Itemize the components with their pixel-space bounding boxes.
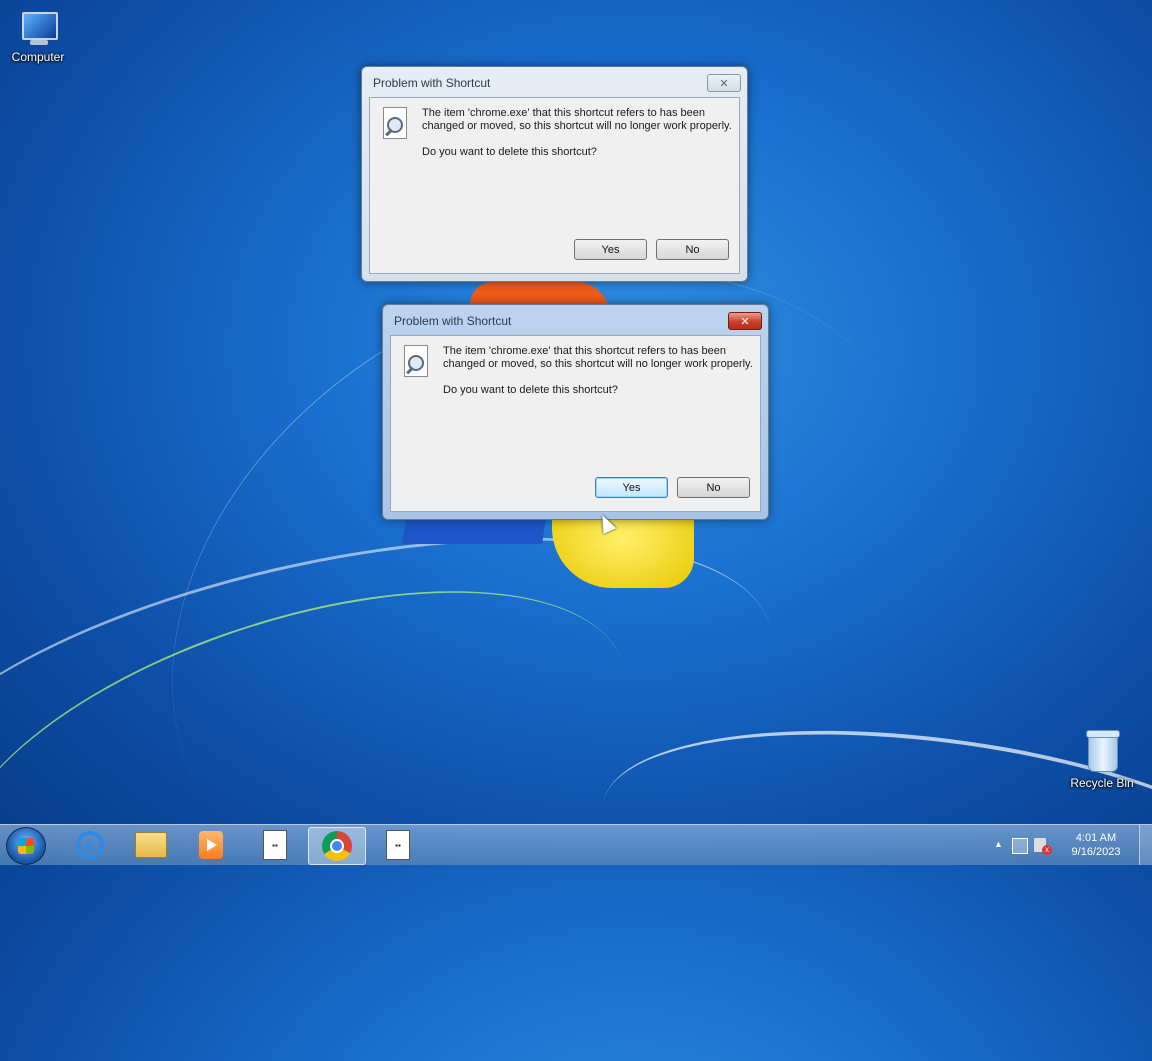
clock[interactable]: 4:01 AM 9/16/2023 <box>1060 831 1132 859</box>
taskbar-file-explorer[interactable] <box>123 827 179 863</box>
dialog-content: The item 'chrome.exe' that this shortcut… <box>390 335 761 512</box>
no-button[interactable]: No <box>656 239 729 260</box>
computer-icon <box>18 10 58 46</box>
internet-explorer-icon: e <box>76 831 104 859</box>
taskbar-window[interactable]: ▪▪ <box>247 827 303 863</box>
close-button[interactable]: ✕ <box>728 312 762 330</box>
show-hidden-icons-icon[interactable]: ▲ <box>994 839 1003 849</box>
dialog-message: The item 'chrome.exe' that this shortcut… <box>422 107 742 159</box>
media-player-icon <box>199 831 223 859</box>
dialog-titlebar[interactable]: Problem with Shortcut ✕ <box>383 305 768 335</box>
close-button[interactable]: ✕ <box>707 74 741 92</box>
taskbar-internet-explorer[interactable]: e <box>62 827 118 863</box>
shortcut-search-icon <box>381 107 409 139</box>
yes-button[interactable]: Yes <box>595 477 668 498</box>
windows-logo-icon <box>18 838 34 854</box>
dialog-titlebar[interactable]: Problem with Shortcut ✕ <box>362 67 747 97</box>
window-icon: ▪▪ <box>386 830 410 860</box>
window-icon: ▪▪ <box>263 830 287 860</box>
dialog-content: The item 'chrome.exe' that this shortcut… <box>369 97 740 274</box>
dialog-title: Problem with Shortcut <box>394 314 512 328</box>
taskbar-window[interactable]: ▪▪ <box>370 827 426 863</box>
message-line: The item 'chrome.exe' that this shortcut… <box>443 345 727 357</box>
recycle-bin-icon <box>1086 728 1120 772</box>
close-icon: ✕ <box>740 315 750 328</box>
message-line: The item 'chrome.exe' that this shortcut… <box>422 107 706 119</box>
desktop-icon-recycle-bin[interactable]: Recycle Bin <box>1064 728 1140 790</box>
windows-flag-blue <box>402 518 546 544</box>
start-button[interactable] <box>6 827 46 865</box>
message-line: changed or moved, so this shortcut will … <box>443 358 753 370</box>
dialog-title: Problem with Shortcut <box>373 76 491 90</box>
network-icon[interactable] <box>1012 838 1028 854</box>
taskbar-chrome[interactable] <box>308 827 366 865</box>
volume-muted-icon: x <box>1042 845 1052 855</box>
desktop-icon-label: Computer <box>11 50 65 64</box>
message-line: changed or moved, so this shortcut will … <box>422 120 732 132</box>
chrome-icon <box>322 831 352 861</box>
shortcut-search-icon <box>402 345 430 377</box>
show-desktop-button[interactable] <box>1139 825 1152 865</box>
clock-time: 4:01 AM <box>1075 832 1117 844</box>
dialog-message: The item 'chrome.exe' that this shortcut… <box>443 345 763 397</box>
dialog-problem-with-shortcut[interactable]: Problem with Shortcut ✕ The item 'chrome… <box>361 66 748 282</box>
desktop-icon-computer[interactable]: Computer <box>0 10 76 64</box>
file-explorer-icon <box>135 832 167 858</box>
yes-button[interactable]: Yes <box>574 239 647 260</box>
close-icon: ✕ <box>719 77 729 90</box>
taskbar: e ▪▪ ▪▪ ▲ x 4:01 AM 9/16/2023 <box>0 824 1152 865</box>
desktop-icon-label: Recycle Bin <box>1070 776 1134 790</box>
message-question: Do you want to delete this shortcut? <box>422 146 597 158</box>
clock-date: 9/16/2023 <box>1071 846 1121 858</box>
message-question: Do you want to delete this shortcut? <box>443 384 618 396</box>
no-button[interactable]: No <box>677 477 750 498</box>
dialog-problem-with-shortcut-active[interactable]: Problem with Shortcut ✕ The item 'chrome… <box>382 304 769 520</box>
taskbar-media-player[interactable] <box>183 827 239 863</box>
system-tray: ▲ x 4:01 AM 9/16/2023 <box>992 825 1152 865</box>
